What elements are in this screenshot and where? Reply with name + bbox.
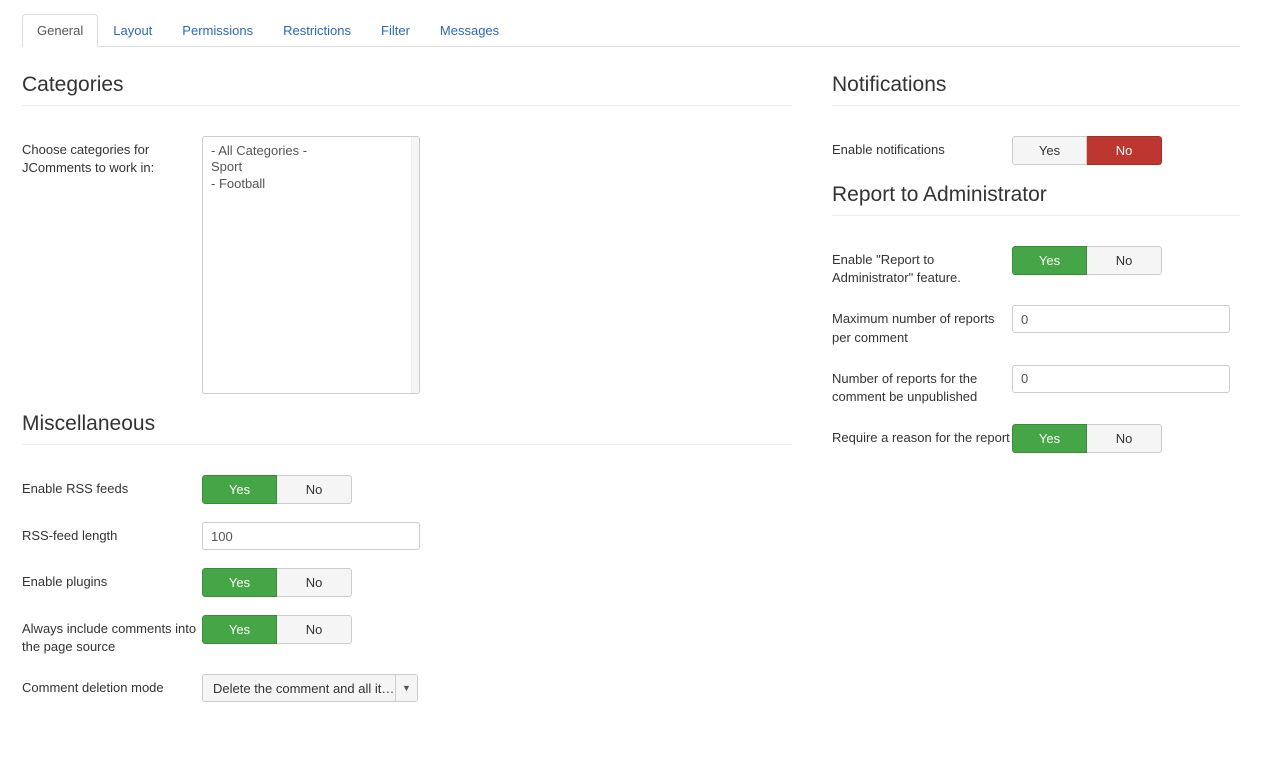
tab-restrictions[interactable]: Restrictions (268, 14, 366, 47)
maxreports-input[interactable] (1012, 305, 1230, 333)
deletion-selected: Delete the comment and all it… (203, 675, 395, 701)
tab-layout[interactable]: Layout (98, 14, 167, 47)
includesrc-toggle: Yes No (202, 615, 352, 644)
report-enable-yes[interactable]: Yes (1012, 246, 1087, 275)
tab-general[interactable]: General (22, 14, 98, 47)
rss-no[interactable]: No (277, 475, 352, 504)
includesrc-yes[interactable]: Yes (202, 615, 277, 644)
categories-option[interactable]: Sport (211, 159, 411, 175)
requirereason-toggle: Yes No (1012, 424, 1162, 453)
categories-option[interactable]: - Football (211, 176, 411, 192)
plugins-toggle: Yes No (202, 568, 352, 597)
plugins-yes[interactable]: Yes (202, 568, 277, 597)
deletion-label: Comment deletion mode (22, 674, 202, 697)
deletion-select[interactable]: Delete the comment and all it… ▼ (202, 674, 418, 702)
report-heading: Report to Administrator (832, 183, 1240, 216)
notif-yes[interactable]: Yes (1012, 136, 1087, 165)
notif-no[interactable]: No (1087, 136, 1162, 165)
requirereason-yes[interactable]: Yes (1012, 424, 1087, 453)
requirereason-no[interactable]: No (1087, 424, 1162, 453)
rss-label: Enable RSS feeds (22, 475, 202, 498)
report-enable-toggle: Yes No (1012, 246, 1162, 275)
plugins-no[interactable]: No (277, 568, 352, 597)
rsslen-input[interactable] (202, 522, 420, 550)
plugins-label: Enable plugins (22, 568, 202, 591)
report-enable-no[interactable]: No (1087, 246, 1162, 275)
tab-filter[interactable]: Filter (366, 14, 425, 47)
categories-select[interactable]: - All Categories - Sport - Football (202, 136, 420, 394)
misc-heading: Miscellaneous (22, 412, 792, 445)
chevron-down-icon: ▼ (395, 675, 417, 701)
includesrc-label: Always include comments into the page so… (22, 615, 202, 656)
settings-tabs: General Layout Permissions Restrictions … (22, 14, 1240, 47)
rsslen-label: RSS-feed length (22, 522, 202, 545)
rss-toggle: Yes No (202, 475, 352, 504)
notif-label: Enable notifications (832, 136, 1012, 159)
maxreports-label: Maximum number of reports per comment (832, 305, 1012, 346)
notif-toggle: Yes No (1012, 136, 1162, 165)
rss-yes[interactable]: Yes (202, 475, 277, 504)
tab-permissions[interactable]: Permissions (167, 14, 268, 47)
requirereason-label: Require a reason for the report (832, 424, 1012, 447)
categories-heading: Categories (22, 73, 792, 106)
notifications-heading: Notifications (832, 73, 1240, 106)
categories-label: Choose categories for JComments to work … (22, 136, 202, 177)
scrollbar[interactable] (411, 137, 419, 393)
categories-option[interactable]: - All Categories - (211, 143, 411, 159)
unpublish-input[interactable] (1012, 365, 1230, 393)
report-enable-label: Enable "Report to Administrator" feature… (832, 246, 1012, 287)
includesrc-no[interactable]: No (277, 615, 352, 644)
tab-messages[interactable]: Messages (425, 14, 514, 47)
unpublish-label: Number of reports for the comment be unp… (832, 365, 1012, 406)
